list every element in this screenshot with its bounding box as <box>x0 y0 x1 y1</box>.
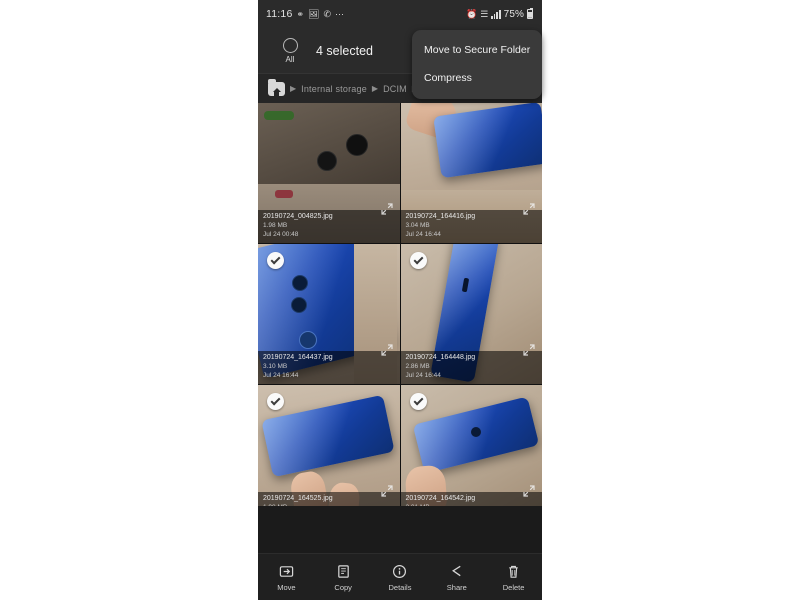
status-time: 11:16 <box>266 8 293 20</box>
selection-checkbox-checked[interactable] <box>409 393 427 410</box>
info-icon <box>392 563 407 580</box>
file-caption: 20190724_164542.jpg 2.01 MB Jul 24 16:45 <box>400 492 542 506</box>
move-label: Move <box>277 582 296 592</box>
delete-label: Delete <box>502 582 525 592</box>
file-caption: 20190724_004825.jpg 1.98 MB Jul 24 00:48 <box>258 210 400 243</box>
home-folder-icon[interactable] <box>268 78 285 96</box>
share-icon <box>449 563 464 580</box>
grid-item[interactable]: 20190724_164448.jpg 2.86 MB Jul 24 16:44 <box>400 244 542 384</box>
expand-icon[interactable] <box>523 344 535 356</box>
selection-checkbox-checked[interactable] <box>409 252 427 269</box>
image-icon: 🖼 <box>308 8 320 19</box>
file-name: 20190724_004825.jpg <box>263 213 333 221</box>
context-menu: Move to Secure Folder Compress <box>412 30 542 99</box>
select-all-checkbox[interactable]: All <box>270 37 310 64</box>
bottom-toolbar: Move Copy Details Share Delete <box>258 553 542 600</box>
grid-item[interactable]: 20190724_004825.jpg 1.98 MB Jul 24 00:48 <box>258 103 400 243</box>
select-all-circle-icon <box>282 37 298 53</box>
grid-item[interactable]: 20190724_164525.jpg 1.98 MB Jul 24 16:45 <box>258 385 400 506</box>
selection-checkbox-checked[interactable] <box>267 393 284 410</box>
battery-percent: 75% <box>503 8 524 20</box>
grid-item[interactable]: 20190724_164542.jpg 2.01 MB Jul 24 16:45 <box>400 385 542 506</box>
file-name: 20190724_164525.jpg <box>263 495 333 503</box>
file-date: Jul 24 16:44 <box>405 230 441 238</box>
file-caption: 20190724_164448.jpg 2.86 MB Jul 24 16:44 <box>400 351 542 384</box>
file-size: 3.10 MB <box>263 363 288 371</box>
status-bar-right: ⏰ ☰ 75% <box>466 0 533 28</box>
file-size: 3.04 MB <box>405 222 430 230</box>
expand-icon[interactable] <box>523 485 535 497</box>
file-caption: 20190724_164416.jpg 3.04 MB Jul 24 16:44 <box>400 210 542 243</box>
screenshot-root: 11:16 ⚭ 🖼 ✆ ⋯ ⏰ ☰ 75% All 4 selected ▶ I… <box>0 0 800 600</box>
wifi-icon: ☰ <box>480 8 489 19</box>
breadcrumb-item-internal-storage[interactable]: Internal storage <box>301 84 367 94</box>
trash-icon <box>506 563 521 580</box>
file-caption: 20190724_164437.jpg 3.10 MB Jul 24 16:44 <box>258 351 400 384</box>
grid-item[interactable]: 20190724_164437.jpg 3.10 MB Jul 24 16:44 <box>258 244 400 384</box>
move-button[interactable]: Move <box>261 563 311 592</box>
file-name: 20190724_164437.jpg <box>263 354 333 362</box>
selected-count-label: 4 selected <box>316 43 373 58</box>
share-label: Share <box>446 582 467 592</box>
delete-button[interactable]: Delete <box>489 563 539 592</box>
file-name: 20190724_164416.jpg <box>405 213 476 221</box>
status-bar: 11:16 ⚭ 🖼 ✆ ⋯ ⏰ ☰ 75% <box>258 0 542 28</box>
move-to-secure-folder-menu-item[interactable]: Move to Secure Folder <box>412 36 542 64</box>
select-all-label: All <box>285 54 295 64</box>
file-date: Jul 24 00:48 <box>263 230 299 238</box>
file-caption: 20190724_164525.jpg 1.98 MB Jul 24 16:45 <box>258 492 400 506</box>
breadcrumb-arrow-icon: ▶ <box>290 84 297 93</box>
link-icon: ⚭ <box>296 8 305 19</box>
whatsapp-icon: ✆ <box>323 8 332 19</box>
file-size: 2.01 MB <box>406 504 538 506</box>
file-date: Jul 24 16:44 <box>405 371 441 379</box>
share-button[interactable]: Share <box>432 563 482 592</box>
copy-button[interactable]: Copy <box>318 563 368 592</box>
copy-label: Copy <box>334 582 352 592</box>
move-icon <box>279 563 294 580</box>
selection-checkbox-checked[interactable] <box>267 252 284 269</box>
details-button[interactable]: Details <box>375 563 425 592</box>
file-name: 20190724_164542.jpg <box>405 495 476 503</box>
file-grid: 20190724_004825.jpg 1.98 MB Jul 24 00:48 <box>258 103 542 506</box>
expand-icon[interactable] <box>380 485 393 497</box>
file-size: 2.86 MB <box>405 363 430 371</box>
file-date: Jul 24 16:44 <box>263 371 299 379</box>
file-size: 1.98 MB <box>263 222 288 230</box>
copy-icon <box>336 563 351 580</box>
details-label: Details <box>388 582 412 592</box>
status-bar-left: 11:16 ⚭ 🖼 ✆ ⋯ <box>266 8 344 20</box>
grid-item[interactable]: 20190724_164416.jpg 3.04 MB Jul 24 16:44 <box>400 103 542 243</box>
file-size: 1.98 MB <box>263 504 395 506</box>
expand-icon[interactable] <box>380 344 393 356</box>
compress-menu-item[interactable]: Compress <box>412 64 542 92</box>
expand-icon[interactable] <box>523 203 535 215</box>
breadcrumb-item-dcim[interactable]: DCIM <box>383 84 407 94</box>
expand-icon[interactable] <box>380 203 393 215</box>
battery-icon <box>527 8 533 19</box>
more-dots-icon: ⋯ <box>335 8 345 19</box>
breadcrumb-arrow-icon: ▶ <box>371 84 379 93</box>
alarm-icon: ⏰ <box>466 8 478 19</box>
file-name: 20190724_164448.jpg <box>405 354 476 362</box>
signal-bars-icon <box>491 9 501 19</box>
